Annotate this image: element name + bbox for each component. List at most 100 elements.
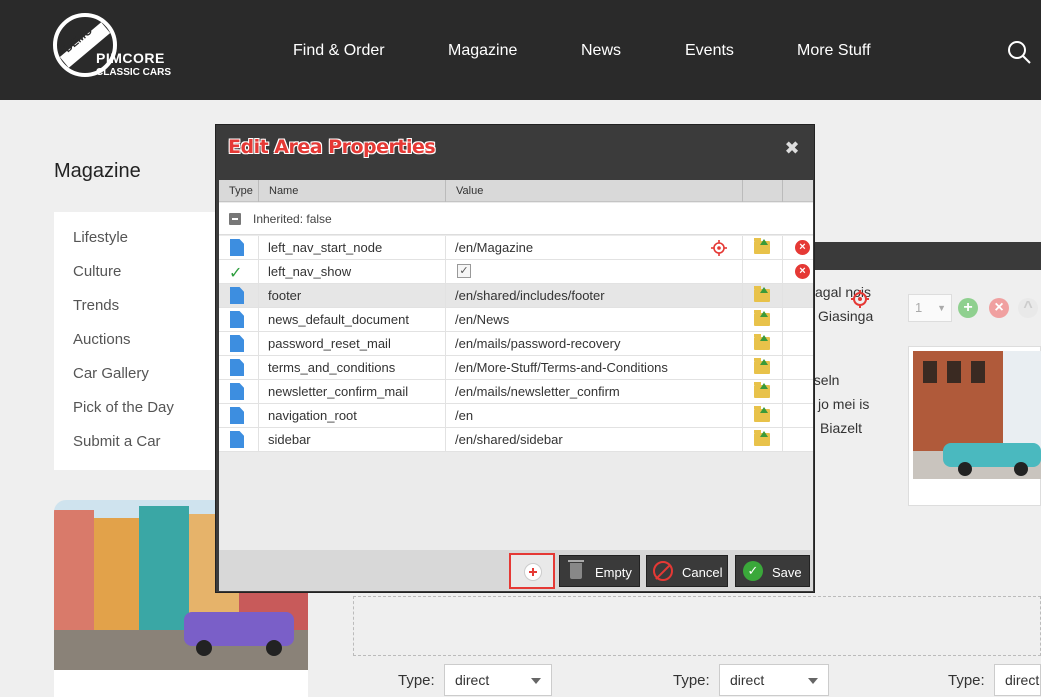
table-row[interactable]: footer /en/shared/includes/footer <box>219 284 813 308</box>
property-value[interactable]: /en/More-Stuff/Terms-and-Conditions <box>455 360 668 375</box>
document-icon <box>230 311 244 328</box>
open-folder-icon[interactable] <box>754 382 770 398</box>
document-icon <box>230 431 244 448</box>
property-name: sidebar <box>268 432 311 447</box>
target-icon[interactable] <box>851 290 869 308</box>
empty-button-label: Empty <box>595 565 632 580</box>
property-name: newsletter_confirm_mail <box>268 384 409 399</box>
document-icon <box>230 239 244 256</box>
document-icon <box>230 359 244 376</box>
add-block-icon[interactable]: + <box>958 298 978 318</box>
nav-find-order[interactable]: Find & Order <box>293 42 385 60</box>
sidebar-item-culture[interactable]: Culture <box>73 263 121 280</box>
document-icon <box>230 407 244 424</box>
table-row[interactable]: password_reset_mail /en/mails/password-r… <box>219 332 813 356</box>
table-row[interactable]: news_default_document /en/News <box>219 308 813 332</box>
open-folder-icon[interactable] <box>754 430 770 446</box>
add-icon <box>524 563 542 581</box>
grid-header: Type Name Value <box>219 180 813 202</box>
background-text: Biazelt <box>820 420 863 436</box>
delete-icon[interactable]: × <box>795 264 810 279</box>
property-value[interactable]: /en/mails/newsletter_confirm <box>455 384 620 399</box>
table-row[interactable]: sidebar /en/shared/sidebar <box>219 428 813 452</box>
card-footer <box>54 670 308 697</box>
property-name: password_reset_mail <box>268 336 391 351</box>
pimcore-logo[interactable]: DEMO PIMCORE CLASSIC CARS <box>52 12 192 82</box>
open-folder-icon[interactable] <box>754 310 770 326</box>
edit-area-properties-dialog: Edit Area Properties ✖ Type Name Value I… <box>215 124 815 593</box>
close-icon[interactable]: ✖ <box>782 138 802 158</box>
empty-button[interactable]: Empty <box>559 555 640 587</box>
type-label: Type: <box>673 672 710 689</box>
column-header-type[interactable]: Type <box>229 185 253 197</box>
type-select[interactable]: direct <box>994 664 1041 696</box>
trash-icon <box>568 560 584 579</box>
property-value[interactable]: /en/shared/includes/footer <box>455 288 605 303</box>
table-row[interactable]: navigation_root /en <box>219 404 813 428</box>
sidebar-item-lifestyle[interactable]: Lifestyle <box>73 229 128 246</box>
document-icon <box>230 383 244 400</box>
open-folder-icon[interactable] <box>754 238 770 254</box>
table-row[interactable]: ✓ left_nav_show ✓ × <box>219 260 813 284</box>
type-label: Type: <box>398 672 435 689</box>
property-value[interactable]: /en/Magazine <box>455 240 533 255</box>
sidebar-item-pick-of-the-day[interactable]: Pick of the Day <box>73 399 174 416</box>
property-name: left_nav_start_node <box>268 240 383 255</box>
checkbox-checked-icon[interactable]: ✓ <box>457 264 471 278</box>
delete-icon[interactable]: × <box>795 240 810 255</box>
chevron-down-icon <box>808 678 818 684</box>
type-select-value: direct <box>455 672 490 688</box>
property-value[interactable]: /en/mails/password-recovery <box>455 336 620 351</box>
nav-news[interactable]: News <box>581 42 621 60</box>
sidebar-item-trends[interactable]: Trends <box>73 297 119 314</box>
logo-sub-text: CLASSIC CARS <box>96 67 172 78</box>
type-select[interactable]: direct <box>719 664 829 696</box>
add-property-button[interactable] <box>509 553 555 589</box>
image-thumbnail[interactable] <box>908 346 1041 506</box>
group-header-inherited[interactable]: Inherited: false <box>219 203 813 235</box>
save-icon: ✓ <box>743 561 763 581</box>
remove-block-icon[interactable]: × <box>989 298 1009 318</box>
dialog-title: Edit Area Properties <box>228 136 436 158</box>
checkmark-icon: ✓ <box>229 265 243 282</box>
sidebar-item-submit-a-car[interactable]: Submit a Car <box>73 433 161 450</box>
logo-brand-text: PIMCORE <box>96 50 165 66</box>
properties-grid: Type Name Value Inherited: false left_na… <box>219 180 813 550</box>
table-row[interactable]: terms_and_conditions /en/More-Stuff/Term… <box>219 356 813 380</box>
chevron-up-icon[interactable]: ^ <box>1018 298 1038 318</box>
type-label: Type: <box>948 672 985 689</box>
block-count-select[interactable]: 1 ▼ <box>908 294 952 322</box>
search-icon[interactable] <box>1006 39 1032 65</box>
target-icon[interactable] <box>711 240 727 256</box>
chevron-down-icon <box>531 678 541 684</box>
background-text: Giasinga <box>818 308 874 324</box>
property-value[interactable]: /en/News <box>455 312 509 327</box>
cancel-icon <box>653 561 673 581</box>
column-header-name[interactable]: Name <box>269 185 298 197</box>
cancel-button[interactable]: Cancel <box>646 555 728 587</box>
sidebar-item-auctions[interactable]: Auctions <box>73 331 131 348</box>
collapse-icon[interactable] <box>229 213 241 225</box>
dialog-header: Edit Area Properties ✖ <box>216 125 814 171</box>
property-name: terms_and_conditions <box>268 360 396 375</box>
open-folder-icon[interactable] <box>754 406 770 422</box>
type-select[interactable]: direct <box>444 664 552 696</box>
property-value[interactable]: /en <box>455 408 473 423</box>
nav-magazine[interactable]: Magazine <box>448 42 517 60</box>
table-row[interactable]: left_nav_start_node /en/Magazine × <box>219 236 813 260</box>
property-value[interactable]: /en/shared/sidebar <box>455 432 563 447</box>
sidebar-item-car-gallery[interactable]: Car Gallery <box>73 365 149 382</box>
nav-more-stuff[interactable]: More Stuff <box>797 42 871 60</box>
group-label: Inherited: false <box>253 212 332 226</box>
open-folder-icon[interactable] <box>754 358 770 374</box>
table-row[interactable]: newsletter_confirm_mail /en/mails/newsle… <box>219 380 813 404</box>
open-folder-icon[interactable] <box>754 286 770 302</box>
save-button[interactable]: ✓ Save <box>735 555 810 587</box>
open-folder-icon[interactable] <box>754 334 770 350</box>
nav-events[interactable]: Events <box>685 42 734 60</box>
property-name: news_default_document <box>268 312 409 327</box>
dialog-footer: Empty Cancel ✓ Save <box>219 550 813 591</box>
save-button-label: Save <box>772 565 802 580</box>
drop-zone[interactable] <box>353 596 1041 656</box>
column-header-value[interactable]: Value <box>456 185 483 197</box>
